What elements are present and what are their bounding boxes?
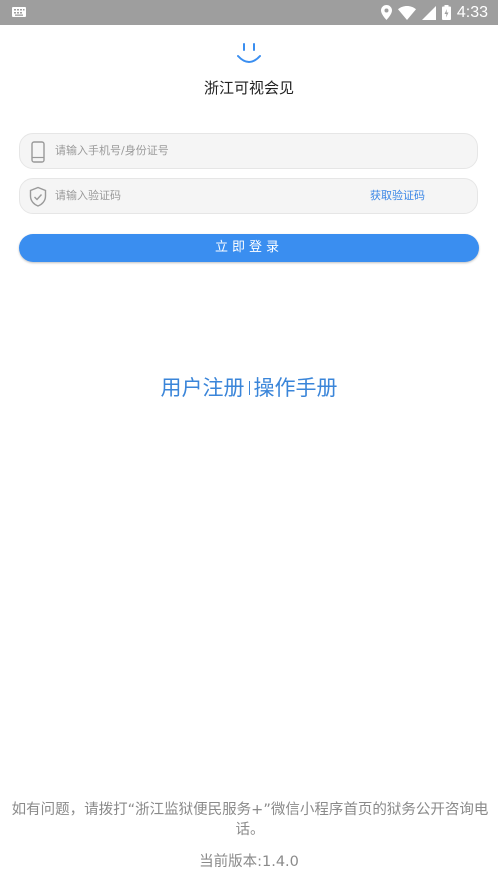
manual-link[interactable]: 操作手册 [254, 376, 338, 400]
version-label: 当前版本:1.4.0 [199, 854, 299, 870]
status-bar: 4:33 [0, 0, 498, 25]
clock: 4:33 [456, 3, 488, 21]
phone-icon [31, 141, 45, 163]
location-icon [380, 5, 392, 20]
app-logo-icon [237, 43, 261, 63]
app-title: 浙江可视会见 [203, 79, 294, 97]
shield-icon [29, 186, 47, 207]
keyboard-icon [12, 7, 26, 17]
register-link[interactable]: 用户注册 [161, 376, 245, 400]
signal-icon [421, 5, 436, 20]
wifi-icon [397, 5, 416, 20]
login-button[interactable]: 立即登录 [19, 234, 479, 262]
battery-icon [441, 5, 451, 20]
help-text: 如有问题，请拨打“浙江监狱便民服务+”微信小程序首页的狱务公开咨询电话。 [11, 802, 489, 838]
phone-field[interactable]: 请输入手机号/身份证号 [19, 133, 478, 169]
get-code-button[interactable]: 获取验证码 [370, 179, 425, 213]
phone-input[interactable]: 请输入手机号/身份证号 [55, 134, 169, 168]
link-divider [248, 381, 250, 395]
code-field[interactable]: 请输入验证码 获取验证码 [19, 178, 478, 214]
code-input[interactable]: 请输入验证码 [55, 179, 121, 213]
help-links: 用户注册 操作手册 [0, 372, 498, 403]
